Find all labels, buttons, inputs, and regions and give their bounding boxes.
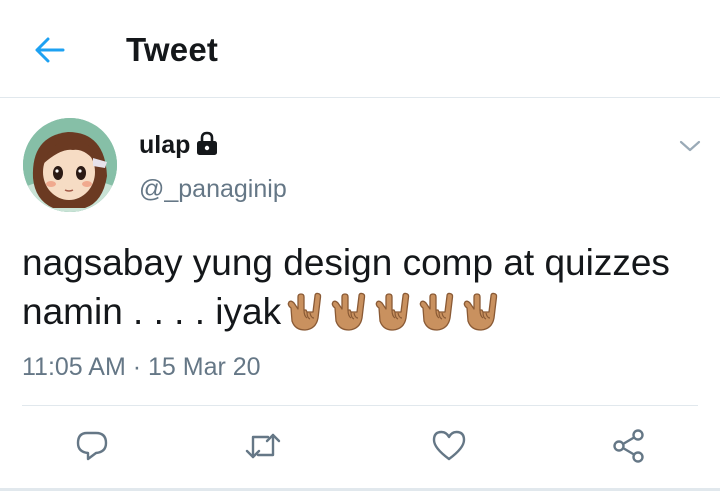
retweet-button[interactable]: [241, 424, 285, 468]
share-button[interactable]: [607, 424, 651, 468]
arrow-left-icon: [35, 37, 65, 63]
love-you-gesture-emoji: [463, 292, 498, 331]
tweet-text: nagsabay yung design comp at quizzes nam…: [22, 238, 702, 344]
tweet-timestamp[interactable]: 11:05 AM · 15 Mar 20: [22, 350, 261, 384]
display-name[interactable]: ulap: [139, 128, 190, 162]
page-title: Tweet: [126, 31, 219, 68]
reply-button[interactable]: [70, 424, 114, 468]
divider: [22, 405, 698, 406]
back-button[interactable]: [30, 30, 70, 70]
avatar-image: [23, 118, 117, 212]
love-you-gesture-emoji: [287, 292, 322, 331]
more-options-button[interactable]: [676, 132, 704, 160]
avatar[interactable]: [23, 118, 117, 212]
header-bar: Tweet: [0, 0, 720, 98]
love-you-gesture-emoji: [331, 292, 366, 331]
love-you-gesture-emoji: [419, 292, 454, 331]
chevron-down-icon: [679, 140, 701, 152]
heart-icon: [432, 430, 466, 461]
reply-icon: [76, 431, 108, 461]
share-icon: [613, 429, 644, 463]
retweet-icon: [245, 433, 281, 459]
love-you-gesture-emoji: [375, 292, 410, 331]
user-handle[interactable]: @_panaginip: [139, 172, 287, 206]
like-button[interactable]: [427, 424, 471, 468]
emoji-group: [285, 292, 505, 344]
lock-icon: [195, 131, 219, 157]
